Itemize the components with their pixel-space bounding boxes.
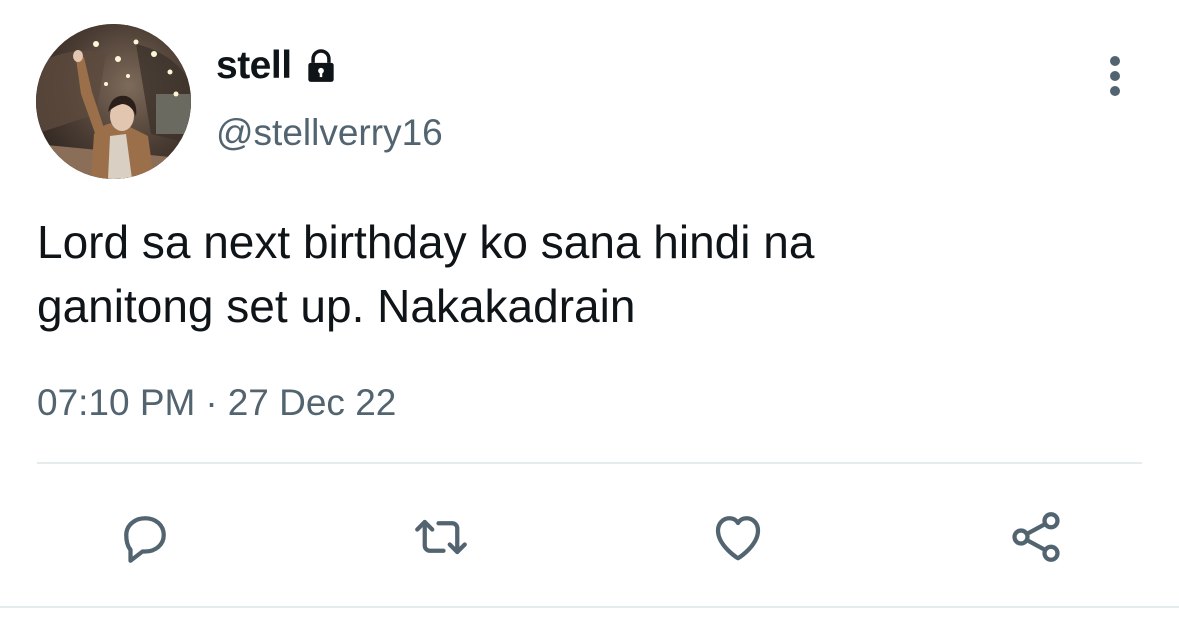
share-icon <box>1012 512 1060 562</box>
divider <box>37 462 1142 464</box>
avatar-photo <box>36 24 191 179</box>
tweet-date: 27 Dec 22 <box>227 382 397 423</box>
more-vertical-icon <box>1110 56 1120 66</box>
more-options-button[interactable] <box>1094 52 1136 100</box>
retweet-button[interactable] <box>408 504 474 570</box>
avatar[interactable] <box>36 24 191 179</box>
heart-icon <box>715 516 761 561</box>
retweet-icon <box>415 519 467 555</box>
tweet-text: Lord sa next birthday ko sana hindi na g… <box>37 216 815 332</box>
more-vertical-icon-dot <box>1110 86 1120 96</box>
reply-button[interactable] <box>112 504 178 570</box>
bottom-divider <box>0 606 1179 608</box>
reply-icon <box>124 516 166 563</box>
author-handle[interactable]: @stellverry16 <box>216 112 443 154</box>
display-name[interactable]: stell <box>216 44 292 88</box>
author-row: stell <box>216 44 340 88</box>
meta-separator: · <box>205 382 218 423</box>
more-vertical-icon-dot <box>1110 71 1120 81</box>
tweet-time: 07:10 PM <box>37 382 196 423</box>
tweet-card: stell @stellverry16 Lord sa next birthda… <box>0 0 1179 627</box>
lock-icon <box>307 49 334 82</box>
tweet-timestamp[interactable]: 07:10 PM · 27 Dec 22 <box>37 382 396 424</box>
share-button[interactable] <box>1003 504 1069 570</box>
like-button[interactable] <box>705 504 771 570</box>
